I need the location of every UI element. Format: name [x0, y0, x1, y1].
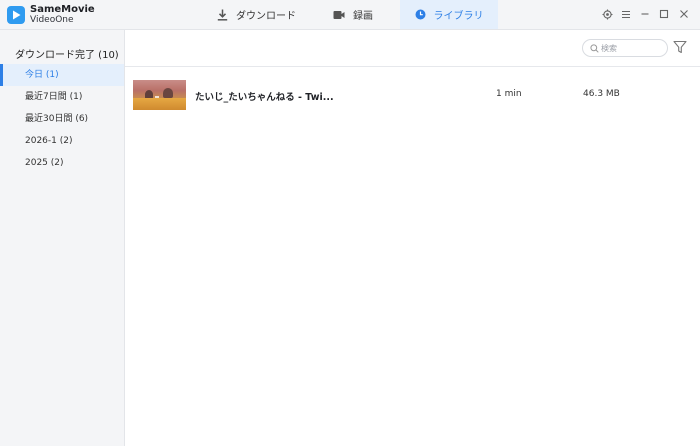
- video-camera-icon: [333, 10, 345, 19]
- app-logo-icon: [7, 6, 25, 24]
- library-toolbar: [125, 30, 700, 67]
- maximize-button[interactable]: [658, 8, 670, 20]
- maximize-icon: [659, 9, 669, 19]
- sidebar-item-last-30-days[interactable]: 最近30日間 (6): [0, 108, 124, 130]
- menu-icon: [622, 10, 630, 18]
- video-title: たいじ_たいちゃんねる - Twi...: [195, 92, 334, 103]
- search-input[interactable]: [601, 42, 663, 54]
- app-name-line2: VideoOne: [30, 15, 74, 25]
- clock-icon: [415, 9, 425, 20]
- sidebar-item-2025[interactable]: 2025 (2): [0, 152, 124, 174]
- app-name: SameMovie VideoOne: [30, 4, 95, 26]
- tab-library-label: ライブラリ: [433, 11, 484, 22]
- search-box[interactable]: [582, 39, 668, 57]
- gear-icon: [602, 9, 612, 19]
- video-size: 46.3 MB: [583, 89, 620, 99]
- app-name-line1: SameMovie: [30, 4, 95, 15]
- filter-icon[interactable]: [673, 40, 687, 54]
- sidebar-item-today[interactable]: 今日 (1): [0, 64, 124, 86]
- tab-library[interactable]: ライブラリ: [400, 0, 498, 29]
- tab-download[interactable]: ダウンロード: [217, 0, 296, 29]
- sidebar: ダウンロード完了 (10) 今日 (1) 最近7日間 (1) 最近30日間 (6…: [0, 30, 125, 446]
- minimize-icon: [641, 13, 649, 15]
- settings-button[interactable]: [601, 8, 613, 20]
- tab-download-label: ダウンロード: [236, 11, 296, 22]
- video-thumbnail: [133, 80, 186, 110]
- title-bar: SameMovie VideoOne ダウンロード 録画 ライブラリ: [0, 0, 700, 30]
- sidebar-item-last-7-days[interactable]: 最近7日間 (1): [0, 86, 124, 108]
- menu-button[interactable]: [620, 8, 632, 20]
- sidebar-title: ダウンロード完了 (10): [15, 50, 119, 61]
- close-button[interactable]: [678, 8, 690, 20]
- search-icon: [590, 44, 599, 53]
- minimize-button[interactable]: [639, 8, 651, 20]
- video-duration: 1 min: [496, 89, 522, 99]
- tab-record-label: 録画: [353, 11, 373, 22]
- sidebar-item-2026-1[interactable]: 2026-1 (2): [0, 130, 124, 152]
- download-icon: [217, 9, 228, 21]
- tab-record[interactable]: 録画: [333, 0, 373, 29]
- library-row[interactable]: たいじ_たいちゃんねる - Twi... 1 min 46.3 MB: [125, 75, 700, 115]
- close-icon: [680, 10, 688, 18]
